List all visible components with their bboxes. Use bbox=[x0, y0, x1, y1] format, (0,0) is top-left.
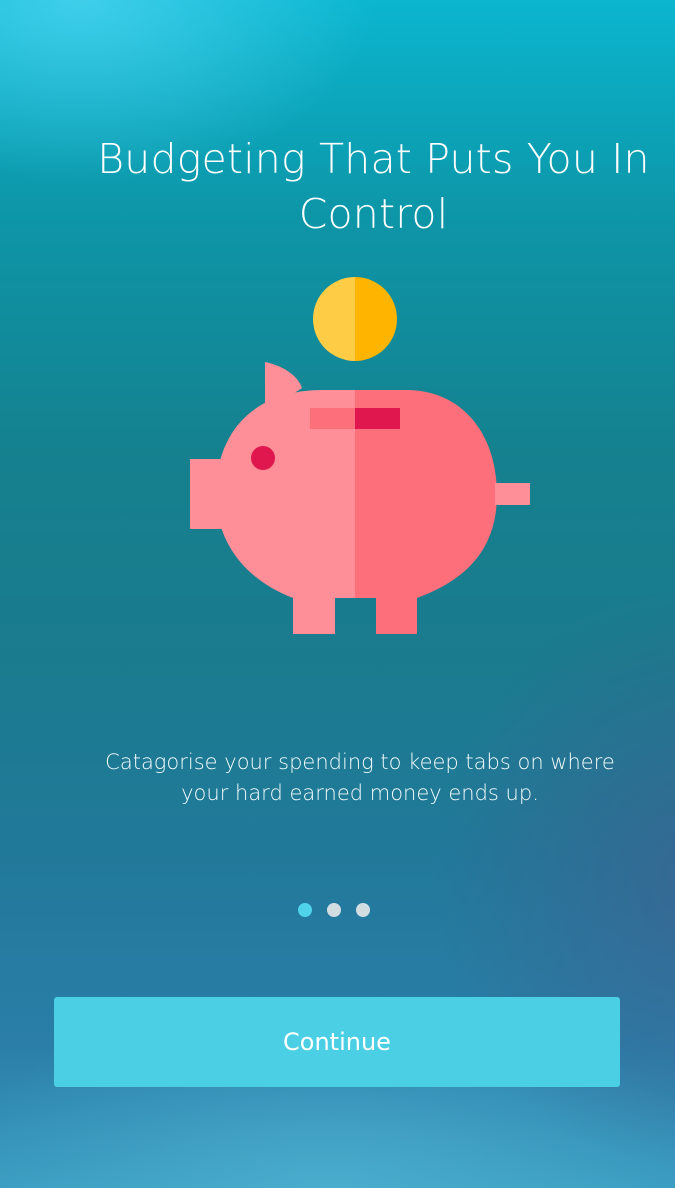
page-dot-2[interactable] bbox=[327, 903, 341, 917]
coin-icon bbox=[313, 277, 397, 361]
continue-button[interactable]: Continue bbox=[54, 997, 620, 1087]
page-indicator bbox=[298, 902, 378, 918]
pig-body-left bbox=[190, 362, 355, 634]
onboarding-screen: Budgeting That Puts You In Control Catag… bbox=[0, 0, 675, 1188]
piggy-bank-illustration bbox=[186, 276, 536, 638]
page-description: Catagorise your spending to keep tabs on… bbox=[105, 750, 615, 805]
page-dot-3[interactable] bbox=[356, 903, 370, 917]
page-title: Budgeting That Puts You In Control bbox=[97, 135, 650, 238]
piggy-bank-icon bbox=[190, 277, 530, 634]
coin-slot-left bbox=[310, 408, 355, 429]
coin-slot-right bbox=[355, 408, 400, 429]
page-dot-1[interactable] bbox=[298, 903, 312, 917]
pig-eye bbox=[251, 446, 275, 470]
